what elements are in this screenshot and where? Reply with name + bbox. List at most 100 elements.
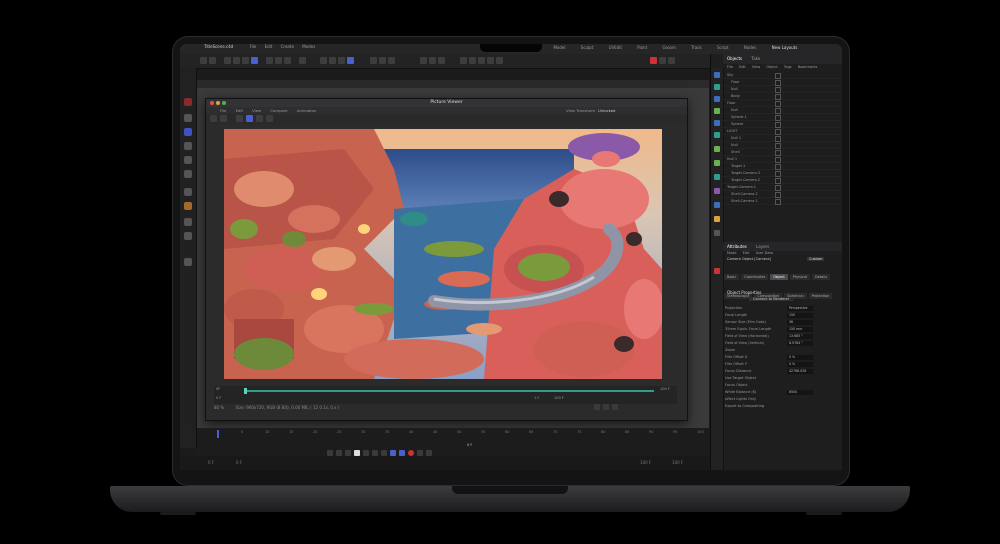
object-row[interactable]: Null — [723, 142, 841, 149]
pv-save-icon[interactable] — [220, 115, 227, 122]
object-row[interactable]: Sphere — [723, 121, 841, 128]
layout-track[interactable]: Track — [691, 45, 701, 50]
strip-camera-icon[interactable] — [714, 202, 720, 208]
pv-ab-compare-icon[interactable] — [246, 115, 253, 122]
obj-menu-view[interactable]: View — [752, 65, 760, 69]
strip-effector-icon[interactable] — [714, 160, 720, 166]
property-value-field[interactable]: 0 % — [787, 362, 813, 367]
end-frame-field[interactable]: 100 F — [672, 460, 683, 465]
strip-text-icon[interactable] — [714, 120, 720, 126]
object-row[interactable]: Sky — [723, 72, 841, 79]
motion-icon[interactable] — [668, 57, 675, 64]
tool-snap-icon[interactable] — [184, 232, 192, 240]
current-frame-field[interactable]: 0 F — [467, 443, 472, 447]
pv-menu-edit[interactable]: Edit — [236, 108, 243, 113]
strip-light-icon[interactable] — [714, 216, 720, 222]
property-value-field[interactable]: 13.685 ° — [787, 334, 813, 339]
object-row[interactable]: Sphere.1 — [723, 114, 841, 121]
tab-attributes[interactable]: Attributes — [727, 244, 747, 249]
layout-sculpt[interactable]: Sculpt — [581, 45, 594, 50]
minimize-icon[interactable] — [216, 101, 220, 105]
menu-create[interactable]: Create — [281, 44, 294, 49]
subtab-details[interactable]: Details — [811, 274, 831, 280]
rotate-icon[interactable] — [251, 57, 258, 64]
tool-workplane-icon[interactable] — [184, 258, 192, 266]
object-row[interactable]: Shell.Camera.1 — [723, 198, 841, 205]
strip-shape-icon[interactable] — [714, 84, 720, 90]
light-icon[interactable] — [496, 57, 503, 64]
property-value-field[interactable]: 150 — [787, 313, 813, 318]
subtab-object[interactable]: Object — [770, 274, 788, 280]
object-row[interactable]: Null — [723, 107, 841, 114]
file-tab[interactable]: TitleScene.c4d — [204, 44, 233, 49]
menu-modes[interactable]: Modes — [302, 44, 315, 49]
tab-objects[interactable]: Objects — [727, 56, 742, 61]
tab-layers[interactable]: Layers — [756, 244, 769, 249]
strip-field-icon[interactable] — [714, 174, 720, 180]
axis-x-icon[interactable] — [266, 57, 273, 64]
obj-menu-edit[interactable]: Edit — [739, 65, 746, 69]
pv-stop-icon[interactable] — [266, 115, 273, 122]
floor-icon[interactable] — [478, 57, 485, 64]
menu-file[interactable]: File — [250, 44, 257, 49]
move-icon[interactable] — [233, 57, 240, 64]
pv-open-icon[interactable] — [210, 115, 217, 122]
strip-generator-icon[interactable] — [714, 108, 720, 114]
cloner-icon[interactable] — [460, 57, 467, 64]
deformer-icon[interactable] — [469, 57, 476, 64]
object-row[interactable]: Null 1 — [723, 135, 841, 142]
object-row[interactable]: Shell.Camera.2 — [723, 191, 841, 198]
object-row[interactable]: Null — [723, 86, 841, 93]
pv-playhead[interactable] — [244, 388, 247, 394]
pv-zoom[interactable]: 80 % — [214, 405, 224, 410]
coord-system-icon[interactable] — [299, 57, 306, 64]
strip-volume-icon[interactable] — [714, 188, 720, 194]
strip-tag-icon[interactable] — [714, 268, 720, 274]
tool-brush-icon[interactable] — [184, 202, 192, 210]
cube-icon[interactable] — [420, 57, 427, 64]
timeline-ruler[interactable]: 0510152025303540455055606570758085909510… — [197, 430, 709, 438]
obj-menu-bookmarks[interactable]: Bookmarks — [798, 65, 818, 69]
attr-menu-userdata[interactable]: User Data — [756, 251, 773, 255]
redo-icon[interactable] — [209, 57, 216, 64]
attr-menu-edit[interactable]: Edit — [743, 251, 750, 255]
model-mode-icon[interactable] — [320, 57, 327, 64]
edges-mode-icon[interactable] — [338, 57, 345, 64]
object-row[interactable]: Shell — [723, 149, 841, 156]
obj-menu-object[interactable]: Object — [766, 65, 777, 69]
property-value-field[interactable]: 0 % — [787, 355, 813, 360]
pv-menu-file[interactable]: File — [220, 108, 226, 113]
pv-range-b[interactable]: 100 F — [554, 396, 564, 400]
layout-script[interactable]: Script — [717, 45, 729, 50]
tool-magnet-icon[interactable] — [184, 218, 192, 226]
object-row[interactable]: Floor — [723, 79, 841, 86]
layout-groom[interactable]: Groom — [662, 45, 675, 50]
render-picture-viewer-icon[interactable] — [379, 57, 386, 64]
tool-knife-icon[interactable] — [184, 156, 192, 164]
tab-take[interactable]: Take — [751, 56, 760, 61]
layout-model[interactable]: Model — [553, 45, 565, 50]
subtab-physical[interactable]: Physical — [789, 274, 810, 280]
menu-edit[interactable]: Edit — [265, 44, 273, 49]
layout-uvedit[interactable]: UVEdit — [609, 45, 622, 50]
points-mode-icon[interactable] — [329, 57, 336, 64]
camera-icon[interactable] — [487, 57, 494, 64]
property-value-field[interactable]: 36 — [787, 320, 813, 325]
render-view-icon[interactable] — [370, 57, 377, 64]
preview-start-field[interactable]: 0 F — [236, 460, 242, 465]
obj-menu-file[interactable]: File — [727, 65, 733, 69]
object-row[interactable]: Null 1 — [723, 156, 841, 163]
strip-deformer-icon[interactable] — [714, 132, 720, 138]
subtab-coordinates[interactable]: Coordinates — [741, 274, 769, 280]
pen-icon[interactable] — [429, 57, 436, 64]
pv-menu-compare[interactable]: Compare — [270, 108, 287, 113]
object-row[interactable]: Target.Camera.3 — [723, 170, 841, 177]
property-value-field[interactable]: 6500 — [787, 390, 813, 395]
keyframe-icon[interactable] — [659, 57, 666, 64]
subtab-protection[interactable]: Protection — [808, 293, 833, 299]
pv-region-icon[interactable] — [256, 115, 263, 122]
undo-icon[interactable] — [200, 57, 207, 64]
tool-bevel-icon[interactable] — [184, 170, 192, 178]
property-value-field[interactable]: 8.9784 ° — [787, 341, 813, 346]
visibility-toggle[interactable] — [775, 199, 781, 205]
